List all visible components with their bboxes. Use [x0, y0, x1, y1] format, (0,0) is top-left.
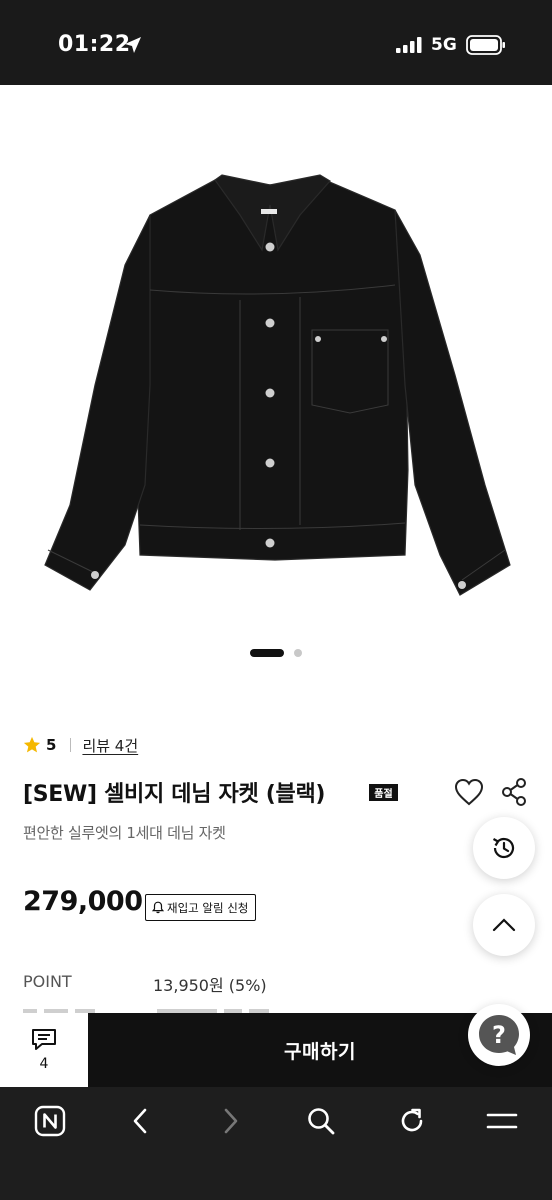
history-icon — [492, 837, 515, 859]
star-icon — [23, 736, 41, 753]
recent-history-button[interactable] — [473, 817, 535, 879]
carousel-dot-active[interactable] — [250, 649, 284, 657]
product-title: [SEW] 셀비지 데님 자켓 (블랙) — [23, 782, 326, 807]
restock-alert-button[interactable]: 재입고 알림 신청 — [145, 894, 257, 921]
carousel-indicator — [0, 648, 552, 658]
status-bar: 01:22 5G — [0, 0, 552, 85]
point-value: 13,950원 (5%) — [153, 976, 267, 995]
forward-button[interactable] — [208, 1101, 254, 1141]
battery-icon — [466, 35, 505, 55]
soldout-badge: 품절 — [369, 784, 398, 801]
back-icon — [133, 1108, 147, 1134]
menu-icon — [486, 1113, 518, 1129]
status-time: 01:22 — [58, 32, 131, 57]
network-label: 5G — [431, 35, 457, 55]
scroll-top-button[interactable] — [473, 894, 535, 956]
review-count-button[interactable]: 4 — [0, 1013, 88, 1087]
comment-icon — [32, 1029, 56, 1050]
svg-text:?: ? — [492, 1021, 506, 1049]
product-price: 279,000 — [23, 886, 143, 917]
search-button[interactable] — [298, 1101, 344, 1141]
help-icon: ? — [479, 1015, 519, 1055]
heart-icon[interactable] — [453, 777, 485, 807]
naver-home-button[interactable] — [27, 1101, 73, 1141]
share-icon[interactable] — [500, 777, 528, 807]
bell-icon — [152, 901, 164, 914]
back-button[interactable] — [117, 1101, 163, 1141]
restock-alert-label: 재입고 알림 신청 — [167, 900, 249, 915]
partially-hidden-row — [23, 1003, 323, 1013]
carousel-dot[interactable] — [294, 649, 302, 657]
menu-button[interactable] — [479, 1101, 525, 1141]
help-button[interactable]: ? — [468, 1004, 530, 1066]
rating-row: 5 리뷰 4건 — [23, 733, 138, 757]
chevron-up-icon — [492, 918, 516, 932]
product-image[interactable] — [0, 85, 552, 645]
location-arrow-icon — [125, 37, 141, 53]
signal-icon — [396, 37, 422, 53]
rating-value: 5 — [46, 736, 57, 754]
refresh-button[interactable] — [389, 1101, 435, 1141]
search-icon — [308, 1108, 335, 1135]
refresh-icon — [401, 1108, 423, 1132]
forward-icon — [224, 1108, 238, 1134]
denim-jacket-image — [44, 174, 511, 596]
product-subtitle: 편안한 실루엣의 1세대 데님 자켓 — [23, 824, 226, 842]
browser-toolbar — [0, 1087, 552, 1200]
divider — [70, 738, 72, 752]
review-count-link[interactable]: 리뷰 4건 — [82, 735, 138, 756]
point-label: POINT — [23, 972, 72, 991]
naver-icon — [34, 1105, 66, 1137]
review-count: 4 — [39, 1056, 49, 1072]
